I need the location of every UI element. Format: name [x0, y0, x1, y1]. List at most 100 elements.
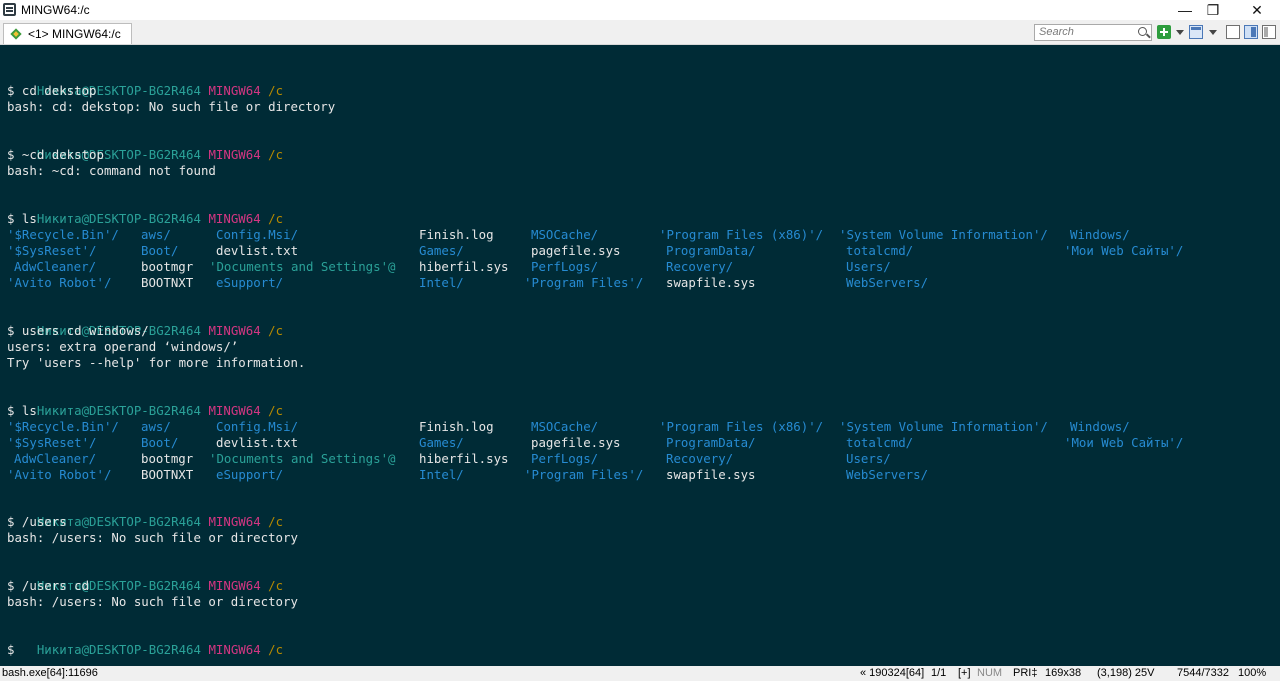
ls-entry: Recovery/ — [666, 451, 734, 466]
prompt-line: Никита@DESKTOP-BG2R464 MINGW64 /c — [7, 498, 283, 529]
layout-dropdown-icon[interactable] — [1209, 30, 1217, 35]
prompt-line: Никита@DESKTOP-BG2R464 MINGW64 /c — [7, 131, 283, 162]
ls-entry: Windows/ — [1070, 419, 1130, 434]
ls-entry: '$Recycle.Bin'/ — [7, 227, 119, 242]
ls-entry: Boot/ — [141, 243, 179, 258]
ls-entry: 'Avito Robot'/ — [7, 275, 112, 290]
sidebar-panel-icon[interactable] — [1262, 25, 1276, 39]
ls-row: '$SysReset'/ Boot/ devlist.txt Games/ pa… — [7, 243, 1183, 259]
ls-entry: 'Program Files (x86)'/ — [659, 419, 824, 434]
ls-entry: 'Мои Web Сайты'/ — [1064, 243, 1184, 258]
mode-indicator: [+] — [958, 667, 971, 679]
command-line: $ ls — [7, 403, 37, 418]
ls-entry: 'System Volume Information'/ — [839, 227, 1048, 242]
prompt-user: Никита@DESKTOP-BG2R464 — [36, 642, 201, 657]
ls-entry: devlist.txt — [216, 243, 299, 258]
ls-entry: 'Avito Robot'/ — [7, 467, 112, 482]
ls-entry: Boot/ — [141, 435, 179, 450]
priority-indicator: PRI‡ — [1013, 667, 1038, 679]
panel-icon[interactable] — [1226, 25, 1240, 39]
prompt-path: /c — [268, 323, 284, 338]
prompt-system: MINGW64 — [208, 83, 261, 98]
prompt-system: MINGW64 — [208, 323, 261, 338]
ls-entry: '$Recycle.Bin'/ — [7, 419, 119, 434]
ls-entry: '$SysReset'/ — [7, 435, 97, 450]
output-line: bash: cd: dekstop: No such file or direc… — [7, 99, 336, 114]
split-panel-icon[interactable] — [1244, 25, 1258, 39]
restore-button[interactable]: ❐ — [1194, 0, 1232, 20]
ls-entry: ProgramData/ — [666, 243, 756, 258]
ls-entry: eSupport/ — [216, 467, 284, 482]
prompt-system: MINGW64 — [208, 403, 261, 418]
search-placeholder: Search — [1039, 26, 1074, 38]
prompt-line: Никита@DESKTOP-BG2R464 MINGW64 /c — [7, 562, 283, 593]
new-console-dropdown-icon[interactable] — [1176, 30, 1184, 35]
console-tab[interactable]: <1> MINGW64:/c — [3, 23, 132, 44]
ls-entry: eSupport/ — [216, 275, 284, 290]
memory-status: 7544/7332 — [1177, 667, 1229, 679]
prompt-path: /c — [268, 642, 284, 657]
new-console-icon[interactable] — [1157, 25, 1171, 39]
command-line: $ /users — [7, 514, 67, 529]
ls-entry: Finish.log — [419, 227, 494, 242]
ls-row: AdwCleaner/ bootmgr 'Documents and Setti… — [7, 451, 891, 467]
prompt-line: Никита@DESKTOP-BG2R464 MINGW64 /c — [7, 307, 283, 338]
search-icon[interactable] — [1138, 27, 1147, 36]
ls-entry: 'Мои Web Сайты'/ — [1064, 435, 1184, 450]
search-input[interactable]: Search — [1034, 24, 1152, 41]
prompt-system: MINGW64 — [208, 642, 261, 657]
prompt-user: Никита@DESKTOP-BG2R464 — [36, 403, 201, 418]
window-title: MINGW64:/c — [21, 3, 90, 17]
ls-listing: '$Recycle.Bin'/ aws/ Config.Msi/ Finish.… — [0, 227, 1280, 291]
ls-row: '$Recycle.Bin'/ aws/ Config.Msi/ Finish.… — [7, 227, 1130, 243]
process-status: bash.exe[64]:11696 — [2, 667, 98, 679]
ls-entry: AdwCleaner/ — [14, 259, 97, 274]
ls-entry: PerfLogs/ — [531, 259, 599, 274]
command-line: $ users cd windows/ — [7, 323, 149, 338]
command-line: $ ls — [7, 211, 37, 226]
output-line: bash: ~cd: command not found — [7, 163, 216, 178]
ls-entry: '$SysReset'/ — [7, 243, 97, 258]
output-line: Try 'users --help' for more information. — [7, 355, 306, 370]
prompt-path: /c — [268, 83, 284, 98]
ls-entry: swapfile.sys — [666, 467, 756, 482]
ls-entry: Intel/ — [419, 467, 464, 482]
prompt-line: Никита@DESKTOP-BG2R464 MINGW64 /c — [7, 67, 283, 98]
prompt-path: /c — [268, 211, 284, 226]
ls-row: '$Recycle.Bin'/ aws/ Config.Msi/ Finish.… — [7, 419, 1130, 435]
ls-entry: aws/ — [141, 227, 171, 242]
ls-entry: 'System Volume Information'/ — [839, 419, 1048, 434]
ls-entry: Intel/ — [419, 275, 464, 290]
num-lock-indicator: NUM — [977, 667, 1003, 679]
ls-entry: totalcmd/ — [846, 243, 914, 258]
ls-row: 'Avito Robot'/ BOOTNXT eSupport/ Intel/ … — [7, 275, 928, 291]
ls-entry: Users/ — [846, 451, 891, 466]
ls-entry: aws/ — [141, 419, 171, 434]
ls-entry: Games/ — [419, 243, 464, 258]
ls-entry: bootmgr — [141, 259, 194, 274]
ls-entry: 'Program Files'/ — [524, 467, 644, 482]
title-bar: MINGW64:/c — ❐ ✕ — [0, 0, 1280, 20]
close-button[interactable]: ✕ — [1238, 0, 1276, 20]
command-line: $ /users cd — [7, 578, 90, 593]
terminal-app-icon — [3, 3, 16, 16]
ls-entry: 'Documents and Settings'@ — [209, 451, 396, 466]
layout-icon[interactable] — [1189, 25, 1203, 39]
ls-entry: BOOTNXT — [141, 467, 194, 482]
prompt-path: /c — [268, 578, 284, 593]
ls-entry: Recovery/ — [666, 259, 734, 274]
status-bar: bash.exe[64]:11696 « 190324[64] 1/1 [+] … — [0, 666, 1280, 681]
ls-entry: WebServers/ — [846, 467, 929, 482]
command-line: $ — [7, 642, 15, 657]
cursor-position: (3,198) 25V — [1097, 667, 1155, 679]
ls-row: AdwCleaner/ bootmgr 'Documents and Setti… — [7, 259, 891, 275]
ls-entry: Games/ — [419, 435, 464, 450]
ls-listing: '$Recycle.Bin'/ aws/ Config.Msi/ Finish.… — [0, 419, 1280, 483]
ls-entry: pagefile.sys — [531, 243, 621, 258]
terminal-area[interactable]: Никита@DESKTOP-BG2R464 MINGW64 /c $ cd d… — [0, 45, 1280, 666]
ls-entry: Windows/ — [1070, 227, 1130, 242]
ls-entry: hiberfil.sys — [419, 259, 509, 274]
command-line: $ ~cd dekstop — [7, 147, 104, 162]
ls-entry: swapfile.sys — [666, 275, 756, 290]
prompt-system: MINGW64 — [208, 578, 261, 593]
